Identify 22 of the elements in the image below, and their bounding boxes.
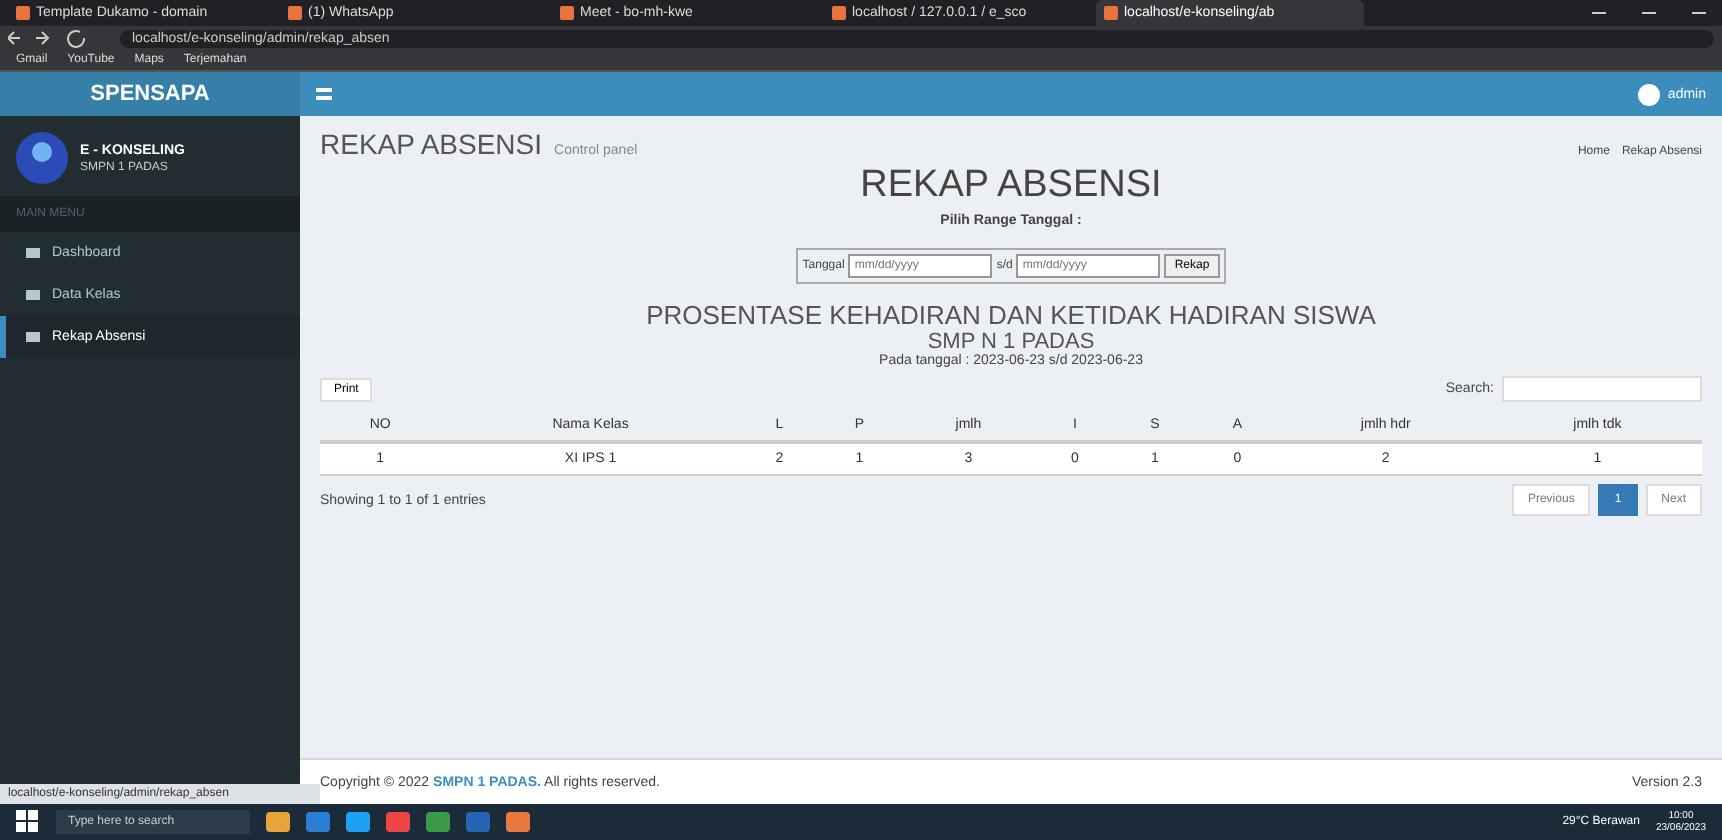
user-avatar-icon[interactable] [1637, 83, 1660, 105]
taskbar-app-icon[interactable] [266, 812, 290, 832]
menu-icon[interactable] [316, 88, 332, 100]
taskbar-app-icon[interactable] [386, 812, 410, 832]
page-title: REKAP ABSENSI [320, 128, 543, 160]
search-field[interactable] [1502, 376, 1702, 402]
taskbar-app-icon[interactable] [426, 812, 450, 832]
windows-start-icon[interactable] [16, 810, 40, 834]
taskbar-app-icon[interactable] [346, 812, 370, 832]
favicon-icon [560, 6, 574, 20]
taskbar-app-icon[interactable] [466, 812, 490, 832]
school-name: SMP N 1 PADAS [927, 330, 1095, 354]
favicon-icon [16, 6, 30, 20]
taskbar-app-icon[interactable] [306, 812, 330, 832]
avatar-icon [16, 132, 68, 184]
report-title: PROSENTASE KEHADIRAN DAN KETIDAK HADIRAN SISWA [646, 300, 1376, 330]
favicon-icon [288, 6, 302, 20]
brand-logo[interactable]: SPENSAPA [0, 72, 300, 116]
report-heading: REKAP ABSENSI [860, 164, 1162, 208]
favicon-icon [1104, 6, 1118, 20]
taskbar-app-icon[interactable] [506, 812, 530, 832]
favicon-icon [832, 6, 846, 20]
